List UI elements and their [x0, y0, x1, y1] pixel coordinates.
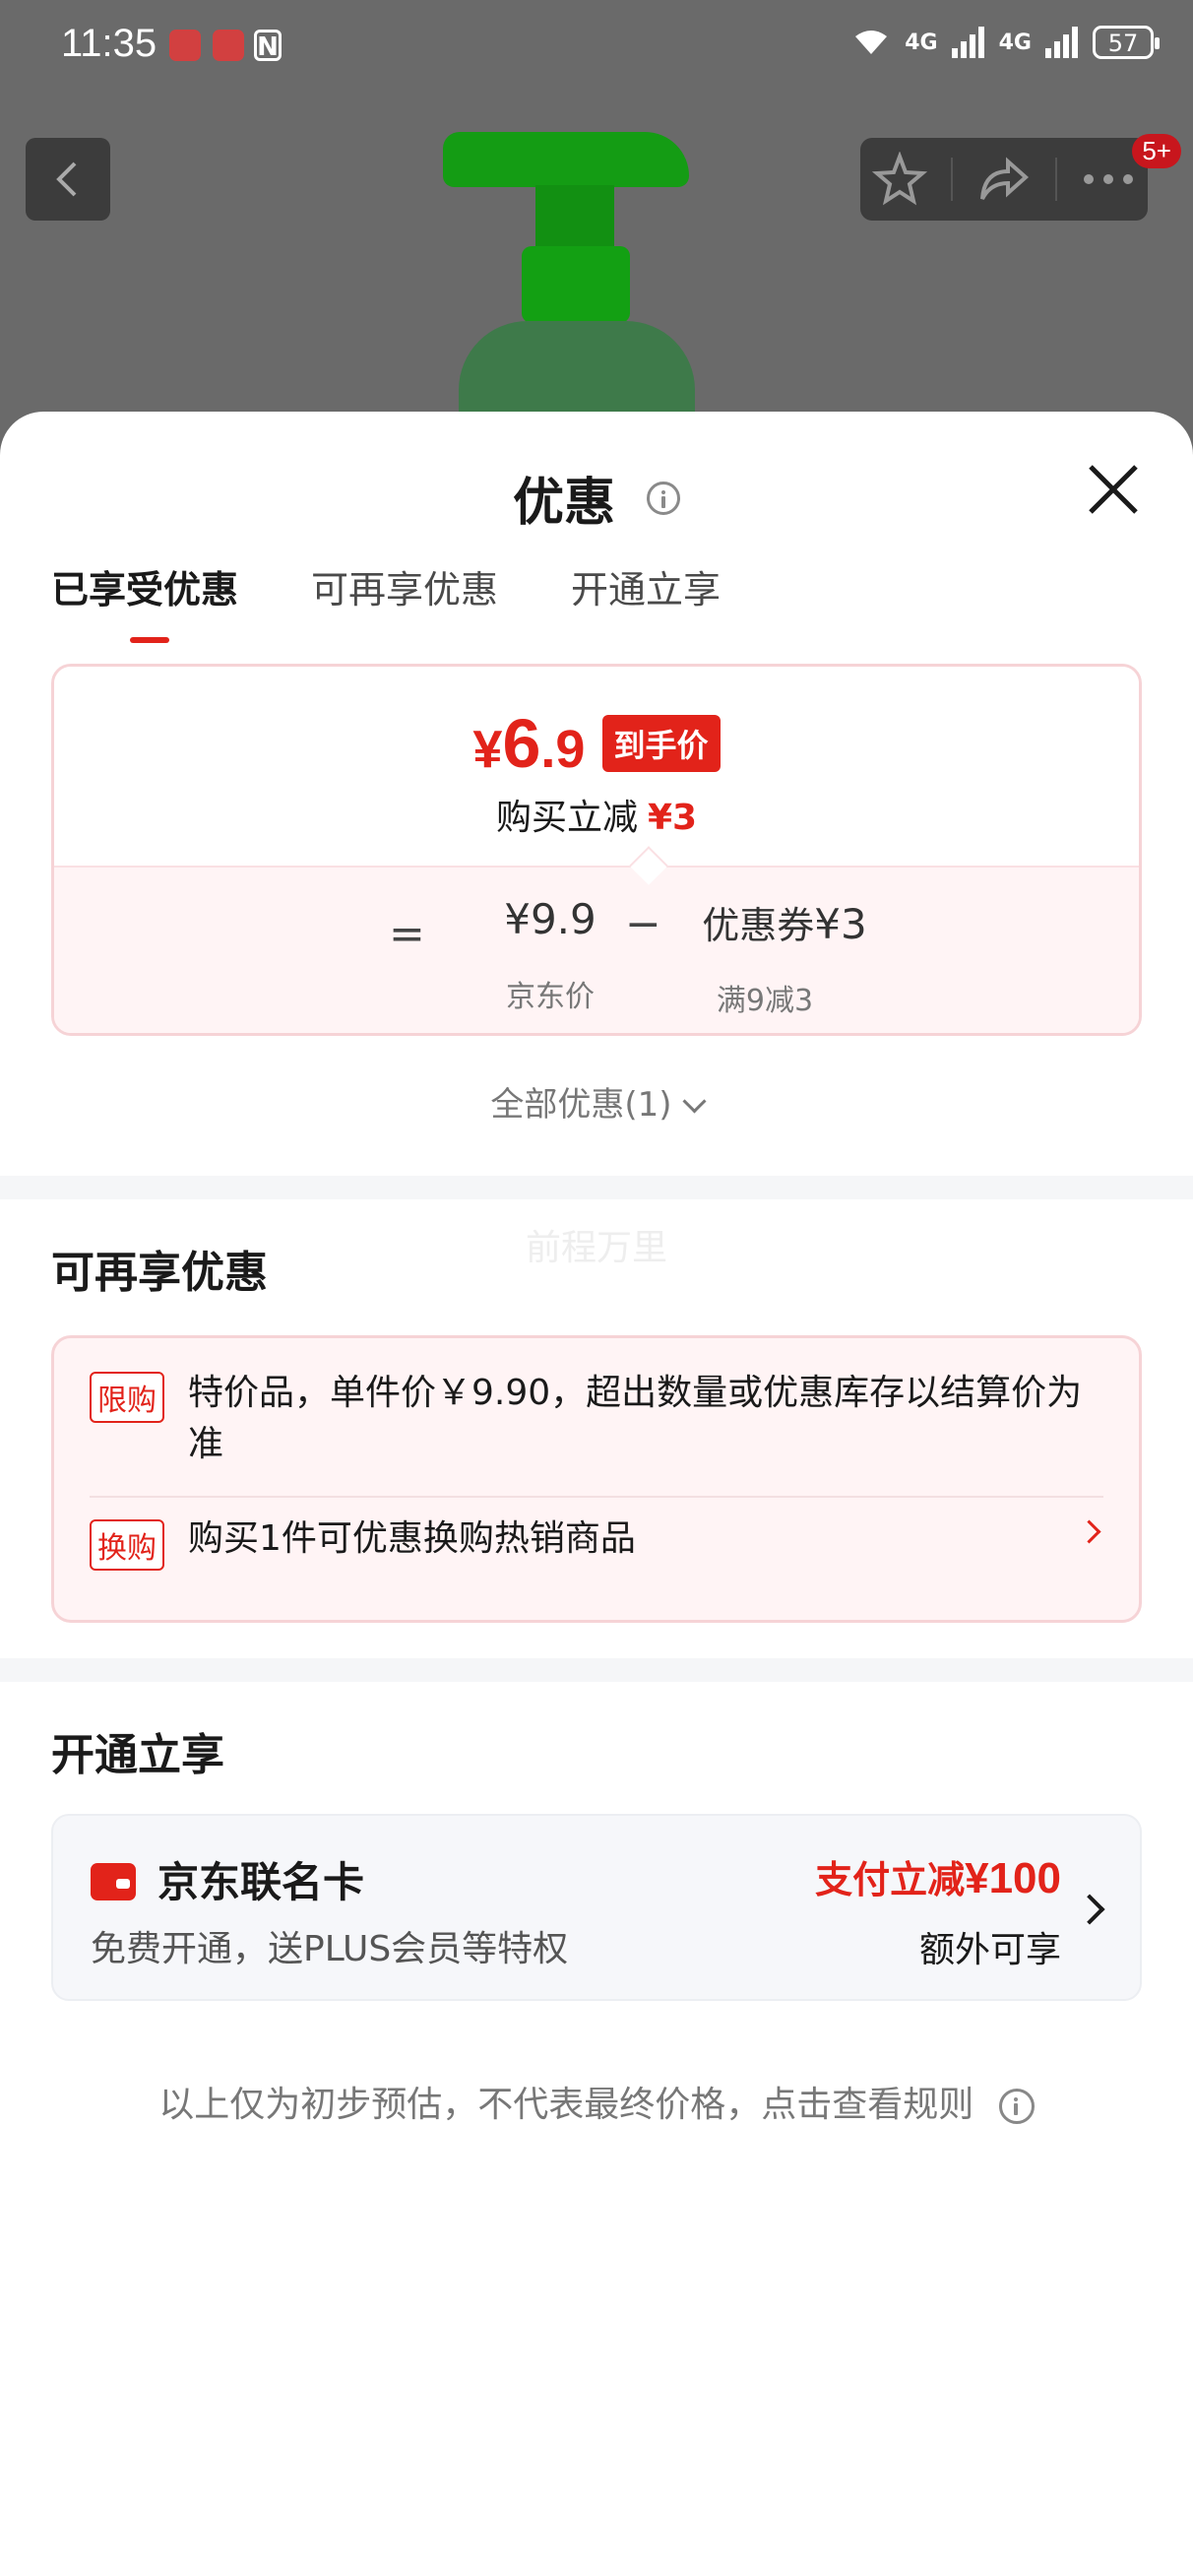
close-icon[interactable]: [1085, 461, 1142, 518]
jd-price-label: 京东价: [506, 980, 595, 1014]
equals-sign: =: [389, 909, 425, 959]
chevron-down-icon: [682, 1089, 707, 1114]
nfc-icon: N: [254, 30, 282, 62]
section-divider: [0, 1176, 1193, 1199]
more-offers-title: 可再享优惠: [51, 1248, 268, 1298]
extra-enjoy: 额外可享: [918, 1930, 1061, 1970]
card-name: 京东联名卡: [157, 1858, 365, 1906]
signal-icon: [1045, 27, 1078, 58]
network-type-2: 4G: [998, 30, 1032, 55]
final-price: ¥6.9: [472, 705, 586, 782]
co-brand-card-offer[interactable]: 京东联名卡 免费开通，送PLUS会员等特权 支付立减¥100 额外可享: [51, 1814, 1142, 2001]
wifi-icon: [855, 31, 888, 54]
all-offers-toggle[interactable]: 全部优惠(1): [0, 1077, 1193, 1126]
status-bar: 11:35 N 4G 4G 57: [0, 0, 1193, 98]
chevron-left-icon: [56, 161, 77, 197]
coupon-discount: 优惠券¥3: [702, 900, 867, 948]
more-icon[interactable]: [1081, 169, 1136, 189]
notification-badge: 5+: [1132, 134, 1181, 168]
offers-sheet: 优惠 已享受优惠 可再享优惠 开通立享 ¥6.9 到手价 购买立减 ¥3 = ¥9…: [0, 412, 1193, 2576]
disclaimer[interactable]: 以上仅为初步预估，不代表最终价格，点击查看规则: [0, 2076, 1193, 2127]
tab-more-offers[interactable]: 可再享优惠: [311, 559, 498, 613]
status-time: 11:35: [61, 22, 157, 65]
tab-enjoyed-offers[interactable]: 已享受优惠: [51, 559, 238, 643]
top-actions-bar: [860, 138, 1148, 221]
info-icon[interactable]: [647, 481, 681, 515]
more-offers-card: 限购 特价品，单件价￥9.90，超出数量或优惠库存以结算价为准 换购 购买1件可…: [51, 1335, 1142, 1623]
app-notification-icon: [169, 30, 201, 61]
price-calc: = ¥9.9 京东价 − 优惠券¥3 满9减3: [54, 866, 1139, 1033]
trade-in-tag: 换购: [90, 1519, 164, 1571]
price-breakdown-card: ¥6.9 到手价 购买立减 ¥3 = ¥9.9 京东价 − 优惠券¥3 满9减3: [51, 664, 1142, 1036]
card-benefit: 免费开通，送PLUS会员等特权: [91, 1929, 569, 1969]
coupon-rule: 满9减3: [716, 984, 814, 1018]
chevron-right-icon: [1074, 1894, 1105, 1925]
network-type-1: 4G: [905, 30, 938, 55]
payment-discount: 支付立减¥100: [815, 1854, 1061, 1902]
limit-tag: 限购: [90, 1372, 164, 1423]
open-enjoy-title: 开通立享: [51, 1730, 224, 1780]
sheet-header: 优惠: [0, 461, 1193, 535]
app-notification-icon: [213, 30, 244, 61]
product-image: [433, 128, 758, 453]
trade-in-text: 购买1件可优惠换购热销商品: [188, 1518, 636, 1559]
star-icon[interactable]: [872, 152, 927, 207]
back-button[interactable]: [26, 138, 110, 221]
instant-reduce: 购买立减 ¥3: [495, 798, 698, 838]
offer-tabs: 已享受优惠 可再享优惠 开通立享: [51, 559, 721, 643]
signal-icon: [951, 27, 984, 58]
tab-open-enjoy[interactable]: 开通立享: [571, 559, 721, 613]
jd-price: ¥9.9: [504, 895, 596, 943]
section-divider: [0, 1658, 1193, 1682]
limit-text: 特价品，单件价￥9.90，超出数量或优惠库存以结算价为准: [188, 1373, 1083, 1464]
info-icon: [998, 2089, 1035, 2124]
background-product-page: 11:35 N 4G 4G 57 5+: [0, 0, 1193, 453]
credit-card-icon: [91, 1863, 136, 1900]
battery-icon: 57: [1093, 26, 1160, 59]
final-price-tag: 到手价: [601, 715, 721, 772]
share-icon[interactable]: [976, 152, 1032, 207]
sheet-title: 优惠: [512, 474, 615, 533]
